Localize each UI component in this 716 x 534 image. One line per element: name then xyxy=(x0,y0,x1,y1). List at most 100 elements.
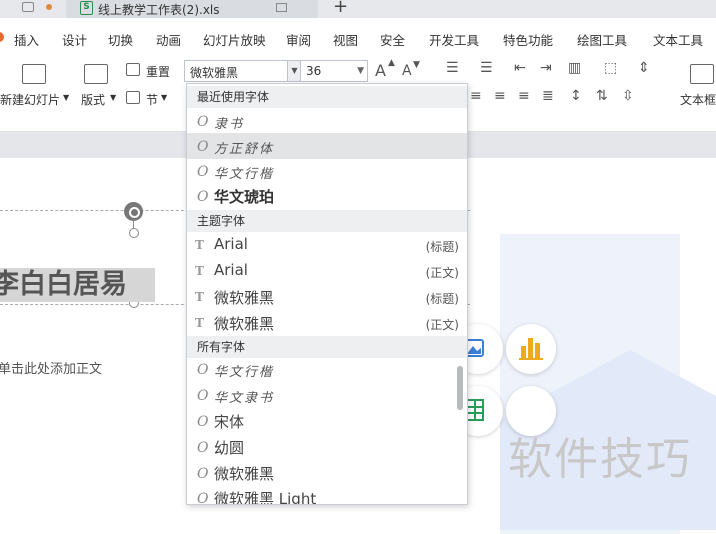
font-role-tag: (标题) xyxy=(425,292,459,306)
section-button[interactable]: 节 xyxy=(146,91,158,108)
section-dropdown-icon[interactable]: ▼ xyxy=(161,93,167,102)
textbox-button[interactable]: 文本框 xyxy=(680,91,716,108)
reset-icon xyxy=(126,63,140,76)
font-dropdown[interactable]: 最近使用字体 O 隶书 O 方正舒体 O 华文行楷 O 华文琥珀 主题字体 T … xyxy=(186,83,468,505)
font-name: 华文隶书 xyxy=(214,391,275,406)
tab-transition[interactable]: 切换 xyxy=(108,30,133,49)
layout-icon[interactable] xyxy=(84,64,108,84)
section-header-recent: 最近使用字体 xyxy=(187,86,467,108)
layout-dropdown-icon[interactable]: ▼ xyxy=(110,93,116,102)
chevron-down-icon[interactable]: ▼ xyxy=(357,61,364,81)
font-item-yahei-heading[interactable]: T 微软雅黑 (标题) xyxy=(187,284,467,310)
numbered-list-icon[interactable]: ☰ xyxy=(480,60,493,76)
vertical-align-icon[interactable]: ⇕ xyxy=(638,60,650,76)
grow-font-arrow-icon: ▲ xyxy=(388,58,395,68)
monitor-icon[interactable] xyxy=(22,2,34,12)
spreadsheet-icon: S xyxy=(80,1,93,15)
font-role-tag: (正文) xyxy=(425,318,459,332)
font-name: 华文行楷 xyxy=(214,167,275,182)
new-slide-dropdown-icon[interactable]: ▼ xyxy=(63,93,69,102)
resize-handle-top[interactable] xyxy=(129,228,139,238)
opentype-icon: O xyxy=(197,114,209,130)
spacing-options-icon[interactable]: ⇳ xyxy=(622,88,634,104)
font-name: Arial xyxy=(214,235,248,253)
layout-button[interactable]: 版式 xyxy=(81,91,105,108)
tab-view[interactable]: 视图 xyxy=(333,30,358,49)
font-name: 微软雅黑 Light xyxy=(214,490,317,505)
align-right-icon[interactable]: ≡ xyxy=(494,88,506,104)
align-left-icon[interactable]: ≡ xyxy=(470,88,482,104)
line-spacing-icon[interactable]: ↕ xyxy=(570,88,582,104)
increase-indent-icon[interactable]: ⇥ xyxy=(540,60,552,76)
slide-title-text[interactable]: 李白白居易 xyxy=(0,268,155,302)
tab-insert[interactable]: 插入 xyxy=(14,30,39,49)
opentype-icon: O xyxy=(197,164,209,180)
font-item-yahei-body[interactable]: T 微软雅黑 (正文) xyxy=(187,310,467,336)
insert-chart-button[interactable] xyxy=(506,324,556,374)
bullet-list-icon[interactable]: ☰ xyxy=(446,60,459,76)
shrink-font-button[interactable]: A xyxy=(402,63,412,79)
opentype-icon: O xyxy=(197,491,209,505)
font-name: 宋体 xyxy=(214,413,245,431)
chart-icon xyxy=(519,338,543,360)
font-name: 方正舒体 xyxy=(214,142,275,157)
font-item-huawen-hupo[interactable]: O 华文琥珀 xyxy=(187,183,467,209)
columns-icon[interactable]: ▥ xyxy=(568,60,581,76)
font-item-yahei-all[interactable]: O 微软雅黑 xyxy=(187,460,467,486)
font-name: 华文行楷 xyxy=(214,365,275,380)
font-name: 微软雅黑 xyxy=(214,289,275,307)
opentype-icon: O xyxy=(197,362,209,378)
document-tab-title: 线上教学工作表(2).xls xyxy=(98,3,220,17)
reset-button[interactable]: 重置 xyxy=(146,63,170,80)
font-item-huawen-xingkai-all[interactable]: O 华文行楷 xyxy=(187,356,467,382)
font-item-fangzheng-shuti[interactable]: O 方正舒体 xyxy=(187,133,467,159)
font-name: 微软雅黑 xyxy=(214,465,275,483)
watermark-text: 软件技巧 xyxy=(508,434,692,485)
section-header-theme: 主题字体 xyxy=(187,210,467,232)
tab-slideshow[interactable]: 幻灯片放映 xyxy=(203,30,266,49)
textbox-icon[interactable] xyxy=(690,64,714,84)
font-name: 隶书 xyxy=(214,117,245,132)
truetype-icon: T xyxy=(195,316,204,330)
tab-animation[interactable]: 动画 xyxy=(156,30,181,49)
font-item-songti[interactable]: O 宋体 xyxy=(187,408,467,434)
decrease-indent-icon[interactable]: ⇤ xyxy=(514,60,526,76)
dropdown-scrollbar[interactable] xyxy=(457,366,463,410)
tab-features[interactable]: 特色功能 xyxy=(503,30,553,49)
menu-marker-icon xyxy=(0,32,4,42)
new-tab-button[interactable]: + xyxy=(333,0,348,17)
grow-font-button[interactable]: A xyxy=(375,61,386,80)
font-item-yahei-light[interactable]: O 微软雅黑 Light xyxy=(187,485,467,505)
tab-text-tools[interactable]: 文本工具 xyxy=(653,30,703,49)
tab-review[interactable]: 审阅 xyxy=(286,30,311,49)
tab-drawing-tools[interactable]: 绘图工具 xyxy=(577,30,627,49)
font-name-value: 微软雅黑 xyxy=(190,66,239,80)
document-tab[interactable]: S 线上教学工作表(2).xls xyxy=(66,0,318,18)
window-tab-bar: S 线上教学工作表(2).xls + xyxy=(0,0,716,18)
opentype-icon: O xyxy=(197,139,209,155)
tab-design[interactable]: 设计 xyxy=(62,30,87,49)
font-size-combo[interactable]: 36 ▼ xyxy=(300,60,368,82)
section-icon xyxy=(126,91,140,104)
font-name-combo[interactable]: 微软雅黑 ▼ xyxy=(184,60,302,82)
font-item-huawen-lishu[interactable]: O 华文隶书 xyxy=(187,382,467,408)
text-direction-icon[interactable]: ⬚ xyxy=(604,60,617,76)
screen-icon[interactable] xyxy=(276,3,287,12)
font-item-lishu[interactable]: O 隶书 xyxy=(187,108,467,134)
font-name: 华文琥珀 xyxy=(214,188,275,206)
font-item-huawen-xingkai[interactable]: O 华文行楷 xyxy=(187,158,467,184)
justify-icon[interactable]: ≣ xyxy=(542,88,554,104)
body-placeholder[interactable]: 单击此处添加正文 xyxy=(0,358,102,377)
chevron-down-icon[interactable]: ▼ xyxy=(287,61,301,81)
font-item-youyuan[interactable]: O 幼圆 xyxy=(187,434,467,460)
tab-developer[interactable]: 开发工具 xyxy=(429,30,479,49)
paragraph-spacing-icon[interactable]: ⇅ xyxy=(596,88,608,104)
new-slide-button[interactable]: 新建幻灯片 xyxy=(0,91,60,108)
new-slide-icon[interactable] xyxy=(22,64,46,84)
font-item-arial-heading[interactable]: T Arial (标题) xyxy=(187,232,467,258)
opentype-icon: O xyxy=(197,440,209,456)
tab-security[interactable]: 安全 xyxy=(380,30,405,49)
align-center-icon[interactable]: ≡ xyxy=(518,88,530,104)
ribbon-tabs: 插入 设计 切换 动画 幻灯片放映 审阅 视图 安全 开发工具 特色功能 绘图工… xyxy=(0,18,716,58)
font-item-arial-body[interactable]: T Arial (正文) xyxy=(187,258,467,284)
